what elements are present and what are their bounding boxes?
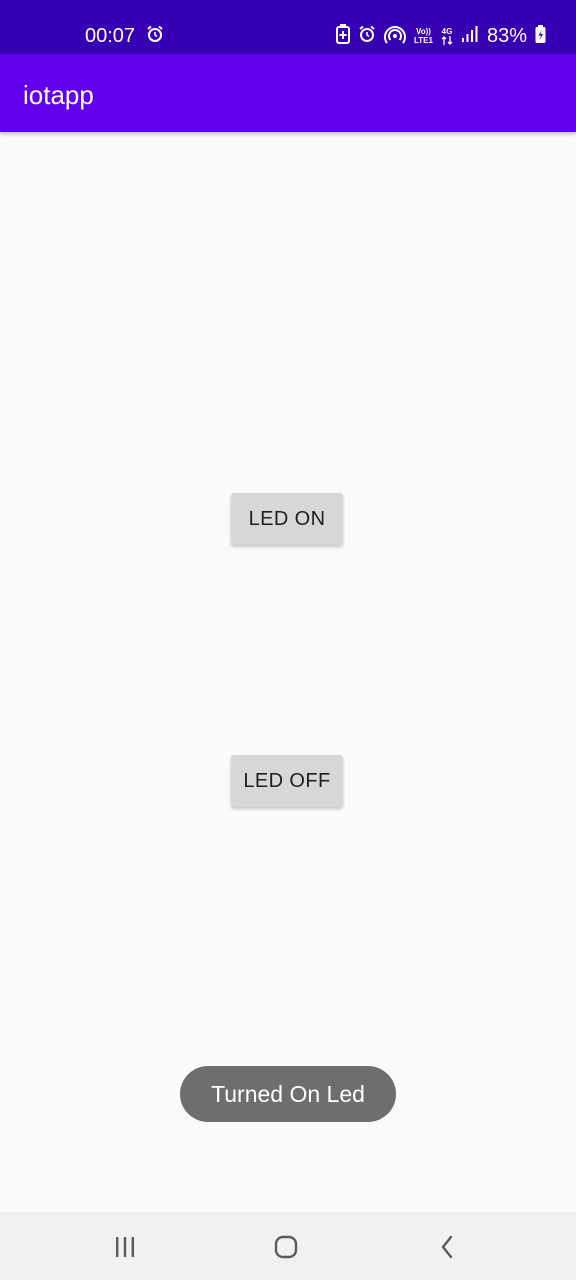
status-icons: Vo)) LTE1 4G 83% <box>336 22 546 50</box>
led-on-button[interactable]: LED ON <box>231 493 343 545</box>
recents-icon[interactable] <box>105 1232 145 1262</box>
status-bar: 00:07 Vo)) LTE1 4G 83% <box>0 0 576 54</box>
alarm-icon <box>146 25 164 48</box>
signal-icon <box>461 25 479 48</box>
toast-message: Turned On Led <box>180 1066 396 1122</box>
battery-percent: 83% <box>486 25 527 47</box>
alarm-icon <box>358 25 376 48</box>
app-screen: 00:07 Vo)) LTE1 4G 83% iotapp LED ON LED… <box>0 0 576 1280</box>
hotspot-icon <box>384 24 406 49</box>
back-icon[interactable] <box>428 1232 468 1262</box>
app-bar: iotapp <box>0 54 576 132</box>
status-time: 00:07 <box>85 25 136 47</box>
data-arrows-icon: 4G <box>441 27 453 45</box>
battery-saver-icon <box>336 23 350 49</box>
navigation-bar <box>0 1212 576 1280</box>
app-title: iotapp <box>23 80 94 110</box>
volte-icon: Vo)) LTE1 <box>414 27 433 45</box>
home-icon[interactable] <box>266 1232 306 1262</box>
battery-charging-icon <box>535 24 546 48</box>
led-off-button[interactable]: LED OFF <box>231 755 343 807</box>
